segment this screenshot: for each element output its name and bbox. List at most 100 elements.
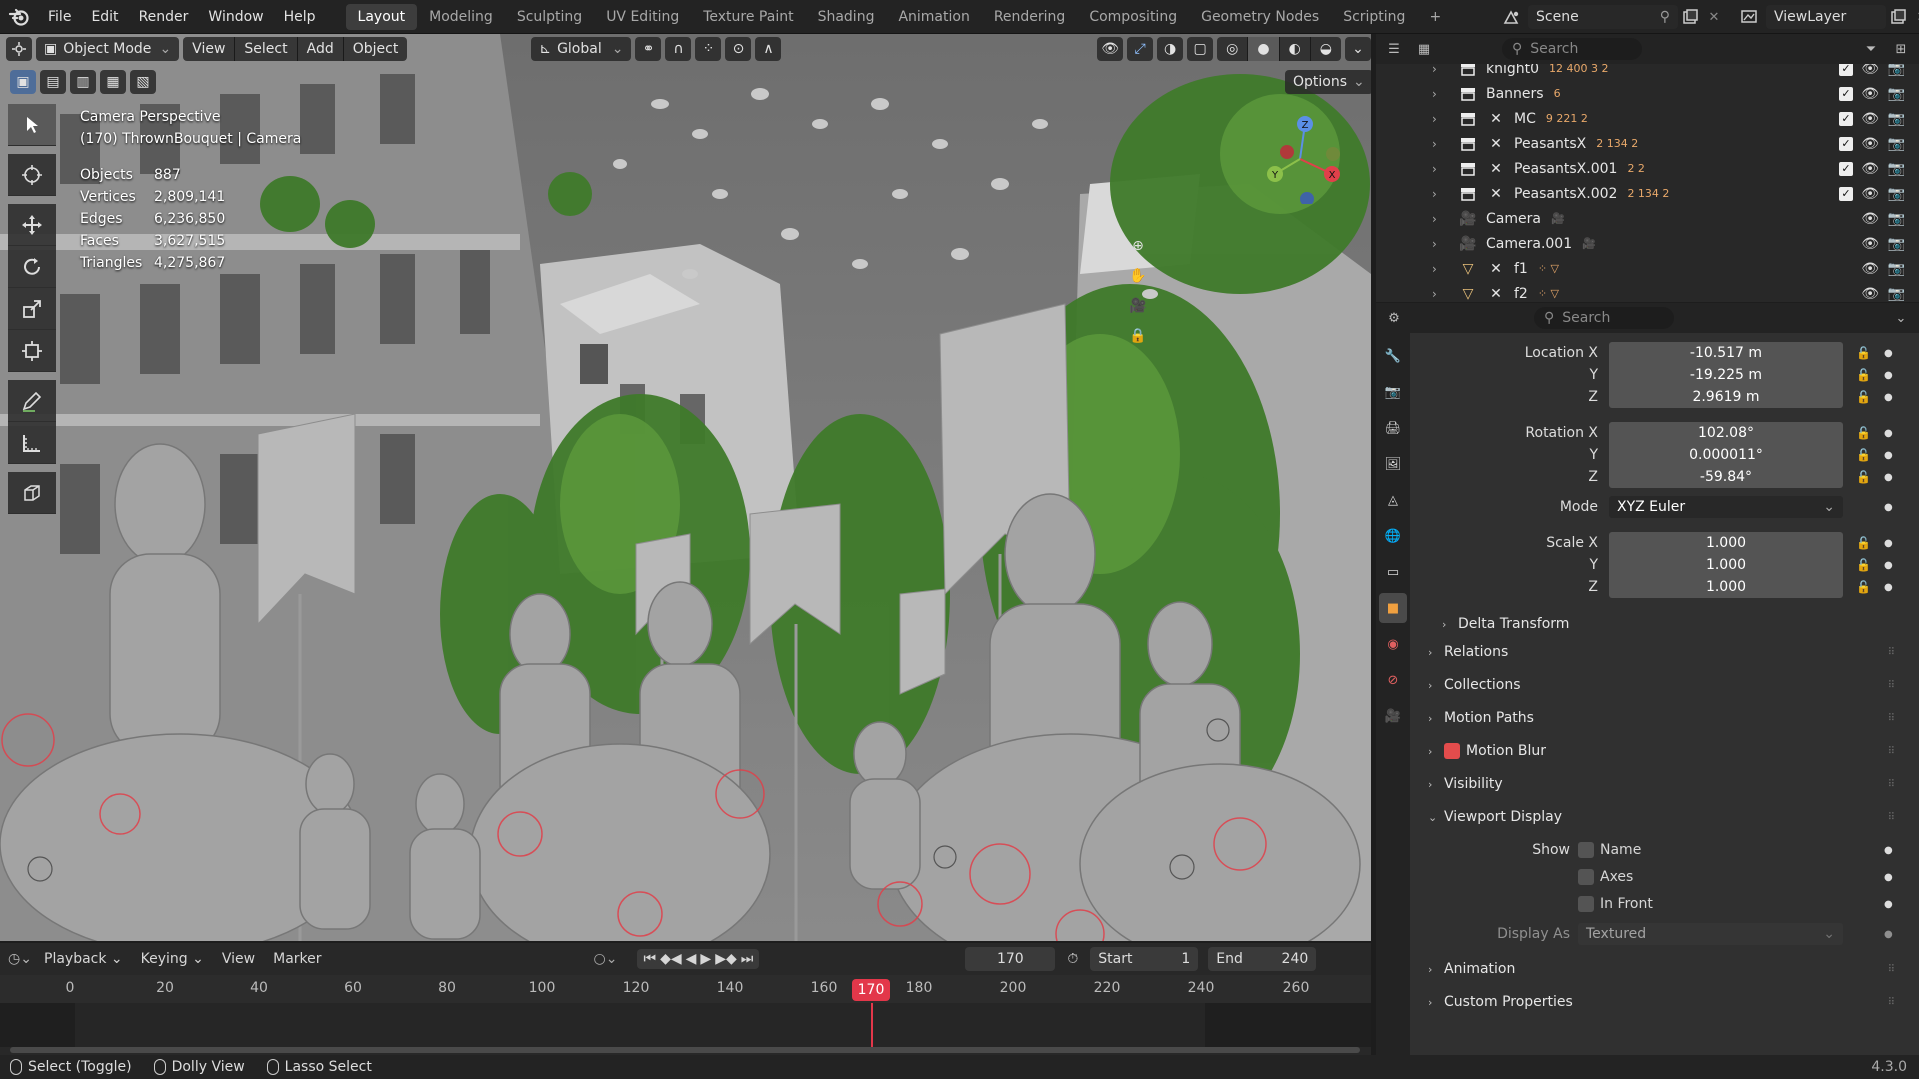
solid-shading-icon[interactable]: ●	[1248, 37, 1280, 61]
show-infront-option[interactable]: In Front	[1578, 896, 1653, 912]
scale-x-field[interactable]: 1.000	[1609, 532, 1843, 554]
outliner-row[interactable]: › knight0 12 400 3 2 ✓ 👁 📷	[1376, 64, 1919, 81]
keyframe-dot-icon[interactable]: ●	[1884, 450, 1893, 461]
snap-icon[interactable]: ∩	[665, 37, 692, 61]
eye-icon[interactable]: 👁	[1861, 286, 1879, 302]
lock-icon[interactable]: 🔓	[1856, 580, 1871, 594]
keyframe-dot-icon[interactable]: ●	[1884, 845, 1893, 856]
keyframe-dot-icon[interactable]: ●	[1884, 370, 1893, 381]
blender-logo-icon[interactable]	[0, 0, 38, 34]
current-frame-field[interactable]: 170	[965, 947, 1056, 971]
tab-modeling[interactable]: Modeling	[417, 4, 505, 30]
rotation-y-field[interactable]: 0.000011°	[1609, 444, 1843, 466]
render-camera-icon[interactable]: 📷	[1888, 136, 1905, 152]
navigation-gizmo[interactable]: Z X Y	[1255, 104, 1345, 204]
drag-handle-icon[interactable]: ⠿	[1888, 647, 1896, 658]
visibility-panel[interactable]: › Visibility ⠿	[1428, 771, 1908, 797]
drag-handle-icon[interactable]: ⠿	[1888, 680, 1896, 691]
playhead[interactable]	[871, 1003, 873, 1053]
tab-texture-paint[interactable]: Texture Paint	[691, 4, 805, 30]
select-extend-icon[interactable]: ▤	[40, 70, 66, 94]
relations-panel[interactable]: › Relations ⠿	[1428, 639, 1908, 665]
transform-orientation-dropdown[interactable]: ⊾ Global ⌄	[531, 37, 632, 61]
visibility-icon[interactable]: 👁	[1097, 37, 1124, 61]
drag-handle-icon[interactable]: ⠿	[1888, 713, 1896, 724]
lock-icon[interactable]: 🔓	[1856, 346, 1871, 360]
location-y-field[interactable]: -19.225 m	[1609, 364, 1843, 386]
snap-grid-icon[interactable]: ⁘	[695, 37, 722, 61]
lock-icon[interactable]: 🔓	[1856, 470, 1871, 484]
camera-view-icon[interactable]: 🎥	[1125, 294, 1151, 318]
include-checkbox[interactable]: ✓	[1839, 86, 1853, 101]
outliner-row[interactable]: › 🎥 Camera.001 🎥 👁 📷	[1376, 231, 1919, 256]
render-camera-icon[interactable]: 📷	[1888, 236, 1905, 252]
keyframe-dot-icon[interactable]: ●	[1884, 348, 1893, 359]
include-checkbox[interactable]: ✓	[1839, 136, 1853, 151]
start-frame-field[interactable]: Start 1	[1090, 947, 1199, 971]
tab-animation[interactable]: Animation	[886, 4, 981, 30]
render-camera-icon[interactable]: 📷	[1888, 86, 1905, 102]
outliner-row[interactable]: › 🎥 Camera 🎥 👁 📷	[1376, 206, 1919, 231]
overlays-icon[interactable]: ◑	[1157, 37, 1184, 61]
outliner-row[interactable]: › ✕ PeasantsX.002 2 134 2 ✓ 👁 📷	[1376, 181, 1919, 206]
mode-dropdown[interactable]: ▣ Object Mode ⌄	[36, 37, 180, 61]
new-viewlayer-icon[interactable]	[1886, 5, 1910, 29]
properties-search-input[interactable]: ⚲ Search	[1534, 307, 1674, 329]
world-tab-icon[interactable]: 🌐	[1379, 521, 1407, 551]
viewport-menu-view[interactable]: View	[183, 37, 236, 61]
timeline-menu-keying[interactable]: Keying ⌄	[135, 951, 210, 967]
rotation-z-field[interactable]: -59.84°	[1609, 466, 1843, 488]
motion-blur-panel[interactable]: › Motion Blur ⠿	[1428, 738, 1908, 764]
keyframe-dot-icon[interactable]: ●	[1884, 538, 1893, 549]
keyframe-dot-icon[interactable]: ●	[1884, 582, 1893, 593]
include-checkbox[interactable]: ✓	[1839, 186, 1853, 201]
outliner-search-input[interactable]: ⚲ Search	[1502, 38, 1642, 60]
tab-scripting[interactable]: Scripting	[1331, 4, 1417, 30]
new-scene-icon[interactable]	[1678, 5, 1702, 29]
expand-icon[interactable]: ›	[1432, 162, 1446, 176]
lock-icon[interactable]: 🔓	[1856, 390, 1871, 404]
viewport-menu-select[interactable]: Select	[235, 37, 298, 61]
menu-window[interactable]: Window	[198, 0, 273, 34]
expand-icon[interactable]: ›	[1432, 64, 1446, 76]
display-as-dropdown[interactable]: Textured ⌄	[1578, 923, 1843, 945]
new-collection-icon[interactable]: ⊞	[1889, 37, 1913, 61]
render-tab-icon[interactable]: 📷	[1379, 377, 1407, 407]
menu-help[interactable]: Help	[274, 0, 326, 34]
drag-handle-icon[interactable]: ⠿	[1888, 997, 1896, 1008]
checkbox[interactable]	[1578, 896, 1594, 912]
render-camera-icon[interactable]: 📷	[1888, 161, 1905, 177]
render-camera-icon[interactable]: 📷	[1888, 211, 1905, 227]
current-frame-indicator[interactable]: 170	[852, 979, 890, 1001]
keyframe-dot-icon[interactable]: ●	[1884, 899, 1893, 910]
rotate-tool-icon[interactable]	[8, 246, 56, 288]
eye-icon[interactable]: 👁	[1861, 261, 1879, 277]
render-camera-icon[interactable]: 📷	[1888, 261, 1905, 277]
select-subtract-icon[interactable]: ▥	[70, 70, 96, 94]
outliner-row[interactable]: › Banners 6 ✓ 👁 📷	[1376, 81, 1919, 106]
menu-file[interactable]: File	[38, 0, 81, 34]
wireframe-shading-icon[interactable]: ◎	[1217, 37, 1249, 61]
collections-panel[interactable]: › Collections ⠿	[1428, 672, 1908, 698]
jump-start-icon[interactable]: ⏮	[643, 951, 656, 967]
eye-icon[interactable]: 👁	[1861, 186, 1879, 202]
eye-icon[interactable]: 👁	[1861, 161, 1879, 177]
stopwatch-icon[interactable]: ⏱	[1067, 951, 1078, 967]
timeline-editor-type-icon[interactable]: ◷⌄	[8, 947, 32, 971]
eye-icon[interactable]: 👁	[1861, 64, 1879, 77]
expand-icon[interactable]: ›	[1432, 112, 1446, 126]
show-axes-option[interactable]: Axes	[1578, 869, 1633, 885]
next-keyframe-icon[interactable]: ▶◆	[715, 951, 737, 967]
eye-icon[interactable]: 👁	[1861, 236, 1879, 252]
lock-icon[interactable]: 🔓	[1856, 426, 1871, 440]
timeline-menu-view[interactable]: View	[216, 951, 261, 967]
collection-tab-icon[interactable]: ▭	[1379, 557, 1407, 587]
render-camera-icon[interactable]: 📷	[1888, 286, 1905, 302]
menu-edit[interactable]: Edit	[81, 0, 128, 34]
render-camera-icon[interactable]: 📷	[1888, 111, 1905, 127]
menu-render[interactable]: Render	[129, 0, 199, 34]
camera-data-tab-icon[interactable]: 🎥	[1379, 701, 1407, 731]
gizmo-toggle-icon[interactable]: ⤢	[1127, 37, 1154, 61]
keyframe-dot-icon[interactable]: ●	[1884, 428, 1893, 439]
expand-icon[interactable]: ›	[1432, 262, 1446, 276]
